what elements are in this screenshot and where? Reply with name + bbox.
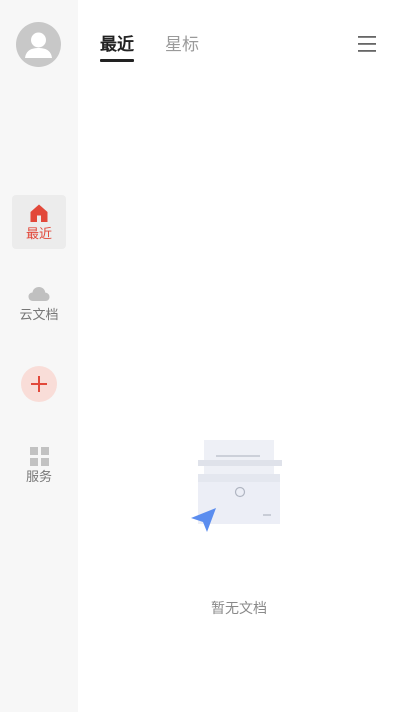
grid-icon [28,445,50,467]
home-icon [28,202,50,224]
empty-documents-icon [188,436,284,536]
tab-recent[interactable]: 最近 [100,30,134,62]
menu-button[interactable] [357,34,377,54]
sidebar-item-label: 最近 [25,227,52,242]
cloud-icon [28,283,50,305]
menu-icon [358,36,376,52]
user-avatar-icon [25,32,52,58]
empty-state-label: 暂无文档 [211,601,267,617]
sidebar-item-label: 服务 [25,470,52,485]
sidebar-item-recent[interactable]: 最近 [12,195,66,249]
empty-state-text: 暂无文档 [0,598,400,618]
sidebar-item-label: 云文档 [19,308,59,323]
sidebar-item-service[interactable]: 服务 [12,438,66,492]
tab-starred[interactable]: 星标 [165,30,199,61]
header-tabs: 最近 星标 [100,30,230,64]
add-button[interactable] [21,366,57,402]
plus-icon [31,376,47,392]
avatar[interactable] [16,22,61,67]
sidebar-item-cloud-docs[interactable]: 云文档 [12,276,66,330]
